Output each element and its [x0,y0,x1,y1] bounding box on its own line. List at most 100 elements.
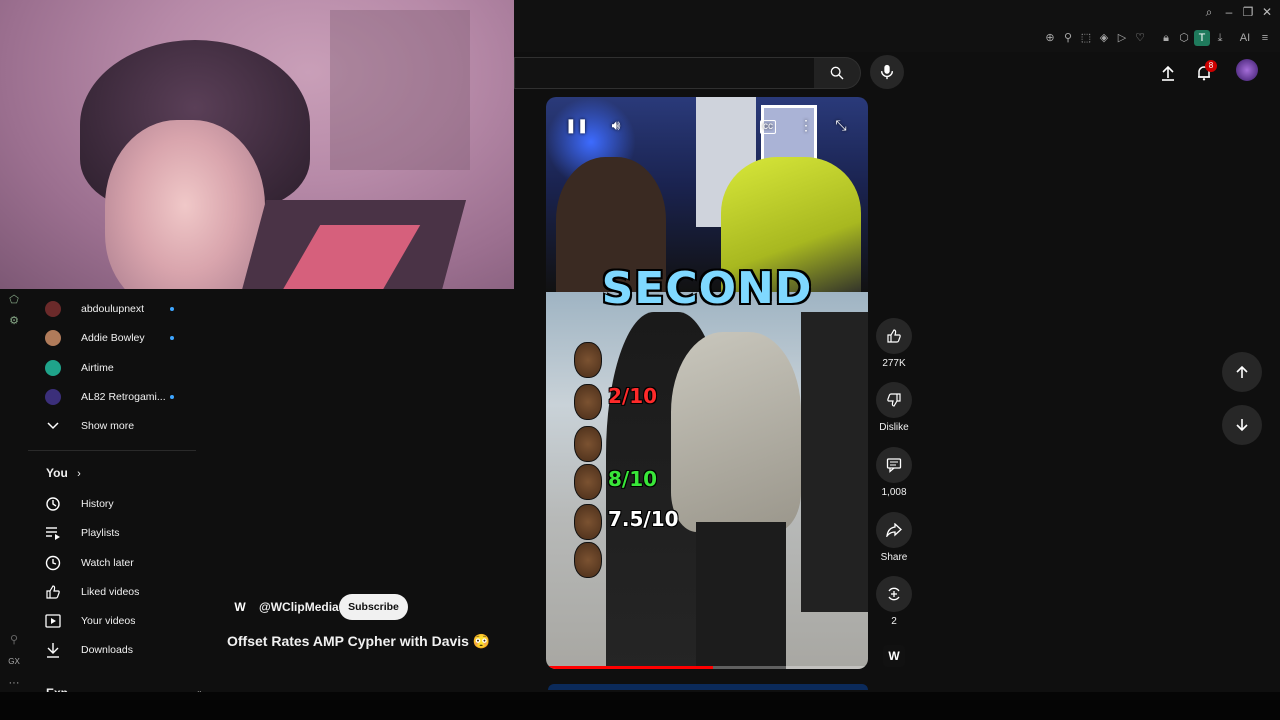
you-section-header[interactable]: You › [46,466,81,480]
remix-count: 2 [891,616,897,627]
arrow-down-icon [1236,419,1248,432]
scene-jacket [671,332,801,532]
background-wall [330,10,470,170]
subscribe-button[interactable]: Subscribe [339,594,408,620]
rating-face [574,464,602,500]
webcam-overlay [0,0,514,289]
rating-face [574,542,602,578]
new-content-dot [170,306,174,311]
sidebar-item-liked-videos[interactable]: Liked videos [40,577,196,606]
next-short-preview[interactable] [548,684,868,690]
channel-avatar [45,329,61,346]
sidebar-subscription-item[interactable]: Addie Bowley [40,323,196,352]
voice-search-button[interactable] [870,55,904,89]
sidebar-item-label: Addie Bowley [81,331,145,344]
zoom-icon[interactable]: ⊕ [1042,30,1058,46]
dislike-button[interactable] [876,382,912,418]
player-icon[interactable]: ▷ [1114,30,1130,46]
sidebar-item-your-videos[interactable]: Your videos [40,606,196,635]
sidebar-subscription-item[interactable]: Airtime [40,353,196,382]
extension-t-icon[interactable]: T [1194,30,1210,46]
taskbar [0,692,1280,720]
create-button[interactable] [1152,57,1184,89]
extensions-icon[interactable]: ⬡ [1176,30,1192,46]
video-lower-scene: 2/10 8/10 7.5/10 [546,292,868,669]
rail-gx-label[interactable]: GX [6,654,22,670]
rail-pin-icon[interactable]: ⚲ [6,632,22,648]
channel-avatar [45,359,61,376]
thumbs-up-icon [887,329,901,343]
close-icon[interactable]: ✕ [1258,4,1276,20]
share-label: Share [880,552,908,563]
sidebar-subscription-item[interactable]: abdoulupnext [40,294,196,323]
sidebar-divider [28,450,196,451]
extension-lock-icon[interactable]: 🔒︎ [1158,30,1174,46]
rail-more-icon[interactable]: ··· [6,675,22,691]
chevron-down-icon [47,421,59,429]
rail-feed-icon[interactable]: ⬠ [6,292,22,308]
rating-face [574,426,602,462]
sidebar-item-label: AL82 Retrogami... [81,390,166,403]
account-avatar[interactable] [1236,59,1258,81]
sidebar-item-label: abdoulupnext [81,302,145,315]
search-button[interactable] [814,57,861,89]
captions-icon[interactable]: cc [760,120,776,134]
comment-icon [886,458,902,473]
expand-icon[interactable]: ⤡ [831,117,851,134]
video-title[interactable]: Offset Rates AMP Cypher with Davis 😳 [227,633,490,650]
minimize-icon[interactable]: – [1220,4,1238,20]
previous-short-button[interactable] [1222,352,1262,392]
channel-avatar [45,300,61,317]
watch-later-icon [45,555,61,570]
more-icon[interactable]: ⋮ [796,117,816,134]
comment-count: 1,008 [881,487,907,498]
rating-label: 8/10 [608,467,658,491]
upload-icon [1162,65,1174,81]
share-button[interactable] [876,512,912,548]
liked-icon [46,584,60,599]
short-video-player[interactable]: 2/10 8/10 7.5/10 SECOND ❚❚ 🔊︎ cc ⋮ ⤡ [546,97,868,669]
sidebar-item-downloads[interactable]: Downloads [40,635,196,664]
pause-icon[interactable]: ❚❚ [565,117,588,134]
rail-settings-icon[interactable]: ⚙ [6,313,22,329]
channel-handle[interactable]: @WClipMedia [259,600,339,614]
search-input[interactable] [514,57,816,89]
downloads-icon [47,642,59,658]
like-button[interactable] [876,318,912,354]
person-face [105,120,265,289]
sidebar-item-history[interactable]: History [40,489,196,518]
notification-count-badge: 8 [1205,60,1217,72]
share-icon [886,523,902,537]
next-short-button[interactable] [1222,405,1262,445]
show-more-button[interactable]: Show more [40,411,196,440]
thumbs-down-icon [887,393,901,407]
download-icon[interactable]: ⤓ [1212,30,1228,46]
your-videos-icon [45,613,61,628]
history-icon [46,496,60,511]
playlists-icon [46,526,60,540]
shield-icon[interactable]: ◈ [1096,30,1112,46]
sidebar-item-label: Watch later [81,556,134,569]
channel-logo[interactable]: W [230,597,250,617]
remix-button[interactable] [876,576,912,612]
video-progress-bar[interactable] [546,666,868,669]
sidebar-item-label: Downloads [81,643,133,656]
heart-icon[interactable]: ♡ [1132,30,1148,46]
channel-avatar [45,388,61,405]
rating-face [574,504,602,540]
sidebar-subscription-item[interactable]: AL82 Retrogami... [40,382,196,411]
screenshot-icon[interactable]: ⬚ [1078,30,1094,46]
mic-icon [880,64,894,80]
volume-icon[interactable]: 🔊︎ [606,117,626,134]
restore-icon[interactable]: ❐ [1239,4,1257,20]
pin-icon[interactable]: ⚲ [1060,30,1076,46]
sidebar-item-playlists[interactable]: Playlists [40,518,196,547]
sidebar-item-watch-later[interactable]: Watch later [40,548,196,577]
channel-avatar-small[interactable]: W [883,645,905,667]
browser-search-icon[interactable]: ⌕ [1200,4,1218,20]
ai-extension-icon[interactable]: AI [1234,30,1256,46]
rating-face [574,342,602,378]
menu-icon[interactable]: ≡ [1257,30,1273,46]
rating-face [574,384,602,420]
comments-button[interactable] [876,447,912,483]
